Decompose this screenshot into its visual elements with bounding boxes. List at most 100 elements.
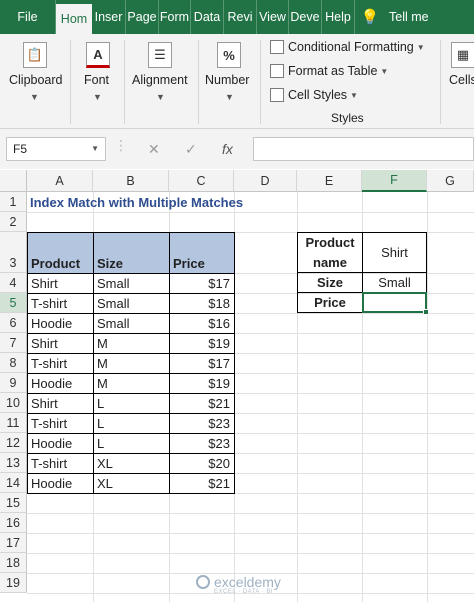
tab-data[interactable]: Data [191, 0, 224, 34]
table-cell[interactable]: T-shirt [27, 413, 94, 434]
clipboard-label: Clipboard [9, 73, 63, 87]
tab-review[interactable]: Revi [224, 0, 257, 34]
row-header-11[interactable]: 11 [0, 413, 27, 433]
lookup-size-label[interactable]: Size [297, 272, 363, 293]
insert-function-icon[interactable]: fx [222, 141, 233, 157]
table-cell[interactable]: $20 [169, 453, 235, 474]
row-header-5[interactable]: 5 [0, 293, 27, 313]
tab-page-layout[interactable]: Page [126, 0, 159, 34]
row-header-1[interactable]: 1 [0, 192, 27, 212]
tab-home[interactable]: Hom [56, 4, 92, 34]
table-cell[interactable]: $19 [169, 373, 235, 394]
row-header-18[interactable]: 18 [0, 553, 27, 573]
cells-group[interactable]: ▦ Cells [441, 34, 474, 129]
chevron-down-icon[interactable]: ▼ [91, 144, 99, 153]
lookup-size-value[interactable]: Small [362, 272, 427, 293]
table-cell[interactable]: T-shirt [27, 453, 94, 474]
tab-formulas[interactable]: Form [159, 0, 191, 34]
table-cell[interactable]: $23 [169, 433, 235, 454]
table-header-cell[interactable]: Price [169, 232, 235, 274]
table-cell[interactable]: Hoodie [27, 473, 94, 494]
fill-handle[interactable] [423, 309, 429, 315]
table-cell[interactable]: XL [93, 453, 170, 474]
table-cell[interactable]: Shirt [27, 393, 94, 414]
chevron-down-icon: ▼ [30, 92, 39, 102]
row-header-4[interactable]: 4 [0, 273, 27, 293]
tab-file[interactable]: File [0, 0, 56, 34]
table-cell[interactable]: Hoodie [27, 313, 94, 334]
number-group[interactable]: % Number ▼ [199, 34, 259, 129]
column-header-b[interactable]: B [93, 170, 169, 192]
cancel-icon[interactable]: ✕ [148, 141, 160, 158]
row-header-17[interactable]: 17 [0, 533, 27, 553]
active-cell-f5[interactable] [362, 292, 427, 313]
table-header-cell[interactable]: Size [93, 232, 170, 274]
table-cell[interactable]: L [93, 433, 170, 454]
name-box[interactable]: F5 ▼ [6, 137, 106, 161]
clipboard-group[interactable]: 📋 Clipboard ▼ [0, 34, 70, 129]
table-cell[interactable]: T-shirt [27, 293, 94, 314]
row-header-3[interactable]: 3 [0, 232, 27, 273]
tab-tell-me[interactable]: Tell me [385, 0, 450, 34]
column-header-c[interactable]: C [169, 170, 234, 192]
conditional-formatting-button[interactable]: Conditional Formatting ▼ [270, 40, 425, 54]
column-header-f[interactable]: F [362, 170, 427, 192]
row-header-2[interactable]: 2 [0, 212, 27, 232]
table-cell[interactable]: $17 [169, 273, 235, 294]
table-header-cell[interactable]: Product [27, 232, 94, 274]
alignment-group[interactable]: ☰ Alignment ▼ [125, 34, 197, 129]
lightbulb-icon[interactable]: 💡 [355, 0, 385, 34]
row-header-13[interactable]: 13 [0, 453, 27, 473]
tab-developer[interactable]: Deve [289, 0, 322, 34]
lookup-product-value[interactable]: Shirt [362, 232, 427, 273]
table-cell[interactable]: $19 [169, 333, 235, 354]
table-cell[interactable]: $23 [169, 413, 235, 434]
row-header-19[interactable]: 19 [0, 573, 27, 593]
font-group[interactable]: A Font ▼ [71, 34, 124, 129]
row-header-15[interactable]: 15 [0, 493, 27, 513]
table-cell[interactable]: $18 [169, 293, 235, 314]
table-cell[interactable]: Shirt [27, 273, 94, 294]
table-cell[interactable]: $17 [169, 353, 235, 374]
row-header-16[interactable]: 16 [0, 513, 27, 533]
table-cell[interactable]: $21 [169, 473, 235, 494]
column-header-g[interactable]: G [427, 170, 474, 192]
row-header-14[interactable]: 14 [0, 473, 27, 493]
table-cell[interactable]: Small [93, 273, 170, 294]
row-header-9[interactable]: 9 [0, 373, 27, 393]
table-cell[interactable]: T-shirt [27, 353, 94, 374]
column-header-a[interactable]: A [27, 170, 93, 192]
table-cell[interactable]: L [93, 413, 170, 434]
table-cell[interactable]: Hoodie [27, 373, 94, 394]
table-cell[interactable]: Small [93, 313, 170, 334]
cells-icon: ▦ [451, 42, 474, 68]
enter-icon[interactable]: ✓ [185, 141, 197, 158]
row-header-10[interactable]: 10 [0, 393, 27, 413]
lookup-price-label[interactable]: Price [297, 292, 363, 313]
lookup-product-label[interactable]: Product name [297, 232, 363, 273]
table-cell[interactable]: XL [93, 473, 170, 494]
sheet-title[interactable]: Index Match with Multiple Matches [27, 192, 245, 212]
table-cell[interactable]: $21 [169, 393, 235, 414]
formula-input[interactable] [253, 137, 474, 161]
row-header-6[interactable]: 6 [0, 313, 27, 333]
row-header-8[interactable]: 8 [0, 353, 27, 373]
cell-styles-button[interactable]: Cell Styles ▼ [270, 88, 358, 102]
column-header-e[interactable]: E [297, 170, 362, 192]
table-cell[interactable]: M [93, 333, 170, 354]
table-cell[interactable]: L [93, 393, 170, 414]
table-cell[interactable]: M [93, 373, 170, 394]
tab-view[interactable]: View [257, 0, 289, 34]
tab-help[interactable]: Help [322, 0, 355, 34]
table-cell[interactable]: Small [93, 293, 170, 314]
table-cell[interactable]: Hoodie [27, 433, 94, 454]
column-header-d[interactable]: D [234, 170, 297, 192]
table-cell[interactable]: $16 [169, 313, 235, 334]
row-header-7[interactable]: 7 [0, 333, 27, 353]
select-all-corner[interactable] [0, 170, 27, 192]
table-cell[interactable]: Shirt [27, 333, 94, 354]
row-header-12[interactable]: 12 [0, 433, 27, 453]
table-cell[interactable]: M [93, 353, 170, 374]
tab-insert[interactable]: Inser [92, 0, 126, 34]
format-as-table-button[interactable]: Format as Table ▼ [270, 64, 388, 78]
